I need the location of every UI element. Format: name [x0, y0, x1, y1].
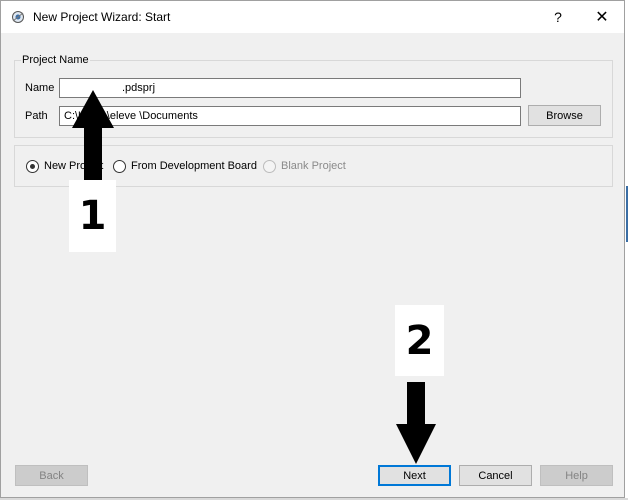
- project-path-input[interactable]: C:\Users\eleve \Documents: [59, 106, 521, 126]
- next-button[interactable]: Next: [378, 465, 451, 486]
- project-name-group-label: Project Name: [21, 54, 90, 66]
- path-label: Path: [25, 110, 48, 122]
- help-button: Help: [540, 465, 613, 486]
- annotation-step-1: 1: [69, 180, 116, 252]
- blank-project-radio: [263, 160, 276, 173]
- from-development-board-radio[interactable]: [113, 160, 126, 173]
- name-label: Name: [25, 82, 55, 94]
- from-development-board-radio-label[interactable]: From Development Board: [131, 160, 257, 172]
- annotation-arrow-up-icon: [72, 90, 114, 182]
- cancel-button[interactable]: Cancel: [459, 465, 532, 486]
- browse-button[interactable]: Browse: [528, 105, 601, 126]
- blank-project-radio-label: Blank Project: [281, 160, 346, 172]
- window-title: New Project Wizard: Start: [33, 10, 171, 24]
- proteus-app-icon: [12, 11, 24, 23]
- back-button: Back: [15, 465, 88, 486]
- title-bar: New Project Wizard: Start ? ✕: [1, 1, 624, 33]
- close-icon[interactable]: ✕: [584, 1, 620, 33]
- annotation-step-2: 2: [395, 305, 444, 376]
- project-name-input[interactable]: .pdsprj: [59, 78, 521, 98]
- annotation-arrow-down-icon: [396, 382, 436, 464]
- help-icon[interactable]: ?: [541, 1, 575, 33]
- new-project-radio[interactable]: [26, 160, 39, 173]
